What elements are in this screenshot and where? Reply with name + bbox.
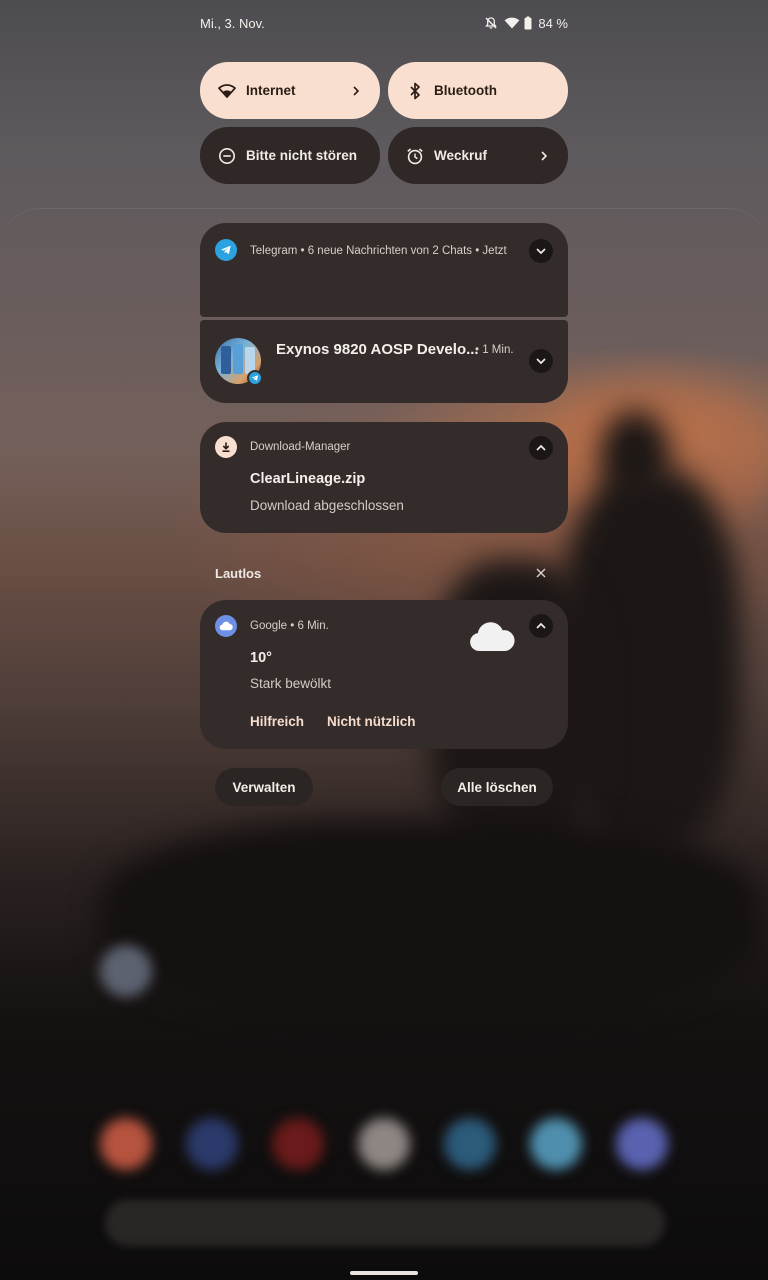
not-helpful-button[interactable]: Nicht nützlich	[327, 714, 416, 729]
telegram-notification-group[interactable]: Telegram • 6 neue Nachrichten von 2 Chat…	[200, 223, 568, 317]
weather-condition: Stark bewölkt	[250, 676, 332, 691]
download-icon	[215, 436, 237, 458]
silent-section-label: Lautlos	[215, 566, 262, 581]
close-icon[interactable]	[534, 566, 548, 580]
chevron-right-icon	[350, 85, 362, 97]
expand-button[interactable]	[529, 349, 553, 373]
chat-title: Exynos 9820 AOSP Develo...	[276, 341, 479, 358]
collapse-button[interactable]	[529, 436, 553, 460]
cloud-icon	[468, 620, 516, 659]
chevron-right-icon	[538, 150, 550, 162]
tile-bluetooth[interactable]: Bluetooth	[388, 62, 568, 119]
tile-alarm-label: Weckruf	[434, 148, 488, 163]
google-cloud-icon	[215, 615, 237, 637]
download-notification[interactable]: Download-Manager ClearLineage.zip Downlo…	[200, 422, 568, 533]
bell-off-icon	[484, 16, 498, 30]
tile-alarm[interactable]: Weckruf	[388, 127, 568, 184]
tile-internet-label: Internet	[246, 83, 296, 98]
chevron-up-icon	[536, 622, 546, 629]
expand-button[interactable]	[529, 239, 553, 263]
chevron-down-icon	[536, 248, 546, 255]
google-header: Google • 6 Min.	[250, 620, 329, 632]
telegram-chat-notification[interactable]: Exynos 9820 AOSP Develo... • 1 Min.	[200, 320, 568, 403]
chevron-down-icon	[536, 358, 546, 365]
download-app-name: Download-Manager	[250, 441, 351, 453]
battery-percentage: 84 %	[538, 15, 568, 31]
chevron-up-icon	[536, 444, 546, 451]
telegram-icon	[215, 239, 237, 261]
helpful-button[interactable]: Hilfreich	[250, 714, 304, 729]
navigation-handle[interactable]	[350, 1271, 418, 1275]
wifi-icon	[218, 82, 236, 100]
tile-do-not-disturb-label: Bitte nicht stören	[246, 148, 358, 163]
manage-button[interactable]: Verwalten	[215, 768, 313, 806]
google-weather-notification[interactable]: Google • 6 Min. 10° Stark bewölkt Hilfre…	[200, 600, 568, 749]
status-bar: Mi., 3. Nov. 84 %	[200, 12, 568, 34]
alarm-icon	[406, 147, 424, 165]
bluetooth-icon	[406, 82, 424, 100]
tile-do-not-disturb[interactable]: Bitte nicht stören	[200, 127, 380, 184]
download-status: Download abgeschlossen	[250, 498, 404, 513]
battery-icon	[524, 16, 532, 30]
clear-all-button[interactable]: Alle löschen	[441, 768, 553, 806]
do-not-disturb-icon	[218, 147, 236, 165]
wifi-icon	[504, 16, 520, 30]
weather-temperature: 10°	[250, 650, 272, 666]
download-title: ClearLineage.zip	[250, 471, 366, 487]
tile-bluetooth-label: Bluetooth	[434, 83, 497, 98]
collapse-button[interactable]	[529, 614, 553, 638]
telegram-badge-icon	[247, 370, 263, 386]
tile-internet[interactable]: Internet	[200, 62, 380, 119]
telegram-header: Telegram • 6 neue Nachrichten von 2 Chat…	[250, 245, 507, 257]
chat-time: • 1 Min.	[475, 344, 514, 356]
status-date: Mi., 3. Nov.	[200, 15, 265, 31]
